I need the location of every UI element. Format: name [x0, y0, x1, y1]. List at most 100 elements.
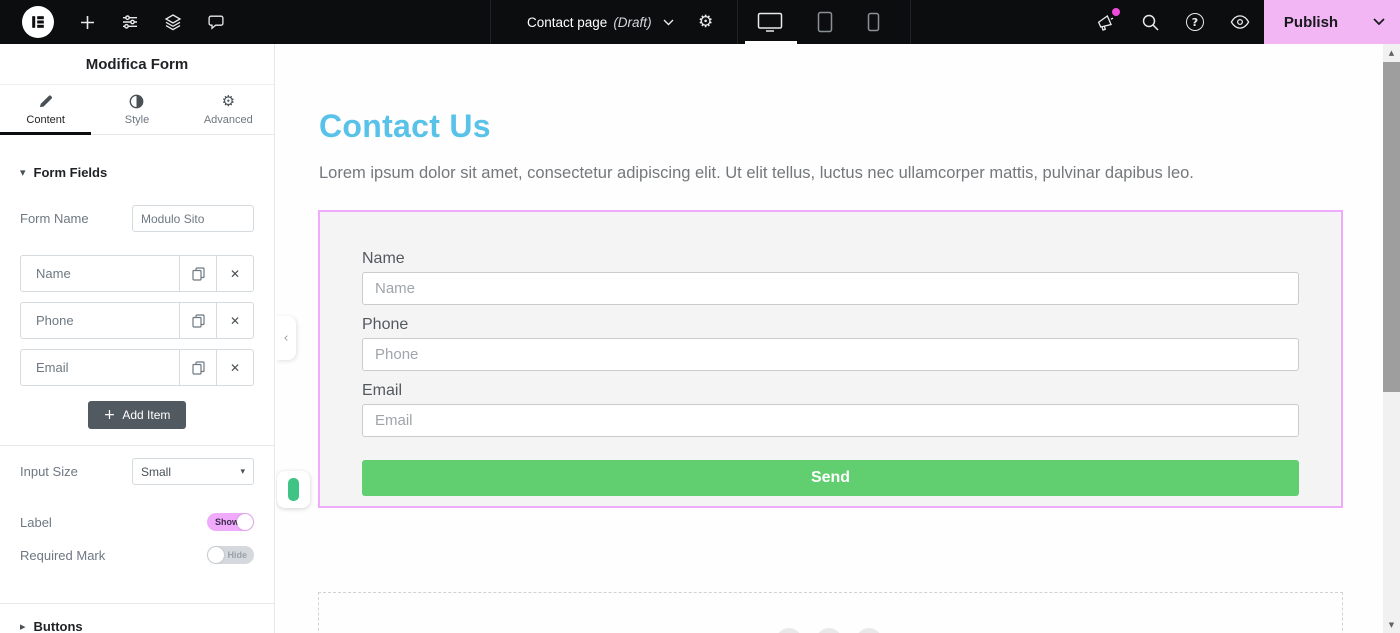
mobile-preview-icon[interactable]	[867, 12, 880, 32]
document-status: (Draft)	[613, 15, 651, 30]
tab-advanced-label: Advanced	[204, 114, 253, 126]
fields-repeater: Name ✕ Phone	[20, 255, 254, 386]
duplicate-field-button[interactable]	[179, 303, 216, 338]
input-size-label: Input Size	[20, 464, 78, 479]
chevron-down-icon	[663, 19, 674, 26]
input-size-select[interactable]: Small ▾	[132, 458, 254, 485]
widget-drag-handle[interactable]	[277, 471, 310, 508]
section-form-fields[interactable]: ▾ Form Fields	[20, 165, 254, 180]
eye-icon	[1230, 14, 1250, 30]
site-settings-icon[interactable]	[120, 12, 140, 32]
duplicate-field-button[interactable]	[179, 350, 216, 385]
form-widget-selected[interactable]: Name Phone Email Send	[318, 210, 1343, 508]
phone-field[interactable]	[362, 338, 1299, 371]
send-button[interactable]: Send	[362, 460, 1299, 496]
form-field-label: Name	[362, 250, 1299, 268]
field-row-email: Email ✕	[20, 349, 254, 386]
required-mark-toggle[interactable]: Hide	[207, 546, 254, 564]
add-item-label: Add Item	[122, 408, 170, 422]
add-element-icon[interactable]	[77, 12, 97, 32]
panel-body: ▾ Form Fields Form Name Name	[0, 135, 274, 633]
field-row-label[interactable]: Phone	[21, 303, 179, 338]
caret-down-icon: ▾	[240, 467, 245, 477]
whats-new-button[interactable]	[1095, 12, 1115, 32]
chevron-left-icon: ‹	[283, 331, 288, 346]
structure-layers-icon[interactable]	[163, 12, 183, 32]
document-title: Contact page	[527, 15, 607, 30]
input-size-control: Input Size Small ▾	[20, 458, 254, 485]
help-button[interactable]: ?	[1185, 12, 1205, 32]
chevron-down-icon	[1373, 18, 1385, 26]
page-paragraph[interactable]: Lorem ipsum dolor sit amet, consectetur …	[319, 164, 1340, 183]
required-mark-toggle-state: Hide	[227, 546, 247, 564]
plus-icon: +	[104, 408, 116, 422]
field-row-label[interactable]: Name	[21, 256, 179, 291]
panel-divider	[0, 445, 274, 446]
tab-content-label: Content	[26, 114, 65, 126]
remove-field-button[interactable]: ✕	[216, 256, 253, 291]
label-toggle-state: Show	[215, 513, 239, 531]
panel-collapse-handle[interactable]: ‹	[276, 316, 296, 360]
responsive-mode-group	[757, 0, 880, 44]
publish-options-button[interactable]	[1358, 0, 1400, 44]
vertical-scrollbar[interactable]: ▲ ▼	[1383, 44, 1400, 633]
form-name-input[interactable]	[132, 205, 254, 232]
panel-tabs: Content Style ⚙ Advanced	[0, 85, 274, 135]
required-mark-control: Required Mark Hide	[20, 546, 254, 564]
add-item-button[interactable]: + Add Item	[88, 401, 187, 429]
remove-field-button[interactable]: ✕	[216, 350, 253, 385]
desktop-preview-icon[interactable]	[757, 12, 783, 32]
publish-button-group: Publish	[1264, 0, 1400, 44]
form-field-label: Phone	[362, 316, 1299, 334]
section-buttons[interactable]: ▸ Buttons	[0, 603, 274, 633]
tab-style-label: Style	[125, 114, 149, 126]
duplicate-icon	[192, 314, 205, 328]
notification-dot	[1112, 8, 1120, 16]
comments-icon[interactable]	[206, 12, 226, 32]
remove-field-button[interactable]: ✕	[216, 303, 253, 338]
scroll-down-arrow[interactable]: ▼	[1383, 616, 1400, 633]
active-device-indicator	[745, 41, 797, 44]
field-row-name: Name ✕	[20, 255, 254, 292]
tablet-preview-icon[interactable]	[817, 12, 833, 32]
panel-title: Modifica Form	[0, 44, 274, 85]
section-form-fields-label: Form Fields	[34, 165, 108, 180]
close-icon: ✕	[230, 268, 240, 280]
name-field[interactable]	[362, 272, 1299, 305]
editor-canvas: Contact Us Lorem ipsum dolor sit amet, c…	[276, 44, 1383, 633]
field-row-label[interactable]: Email	[21, 350, 179, 385]
contrast-icon	[129, 94, 144, 109]
tab-style[interactable]: Style	[91, 85, 182, 134]
add-section-area[interactable]	[318, 592, 1343, 633]
topbar-left-group	[22, 0, 226, 44]
label-toggle[interactable]: Show	[207, 513, 254, 531]
drag-handle-icon	[288, 478, 299, 501]
preview-changes-button[interactable]	[1230, 12, 1250, 32]
megaphone-icon	[1095, 12, 1115, 32]
page-settings-button[interactable]: ⚙	[698, 0, 713, 44]
tab-content[interactable]: Content	[0, 85, 91, 134]
email-field[interactable]	[362, 404, 1299, 437]
publish-button[interactable]: Publish	[1264, 0, 1358, 44]
scrollbar-thumb[interactable]	[1383, 62, 1400, 392]
gear-icon: ⚙	[698, 14, 713, 31]
topbar-divider	[490, 0, 491, 44]
document-switcher[interactable]: Contact page (Draft)	[527, 0, 674, 44]
page-heading[interactable]: Contact Us	[319, 108, 1383, 145]
form-name-control: Form Name	[20, 205, 254, 232]
duplicate-field-button[interactable]	[179, 256, 216, 291]
editor-panel: Modifica Form Content Style ⚙ Advanced	[0, 44, 275, 633]
field-row-phone: Phone ✕	[20, 302, 254, 339]
elementor-logo[interactable]	[22, 6, 54, 38]
form-group-phone: Phone	[362, 316, 1299, 371]
form-name-label: Form Name	[20, 211, 89, 226]
toggle-knob	[208, 547, 224, 563]
scroll-up-arrow[interactable]: ▲	[1383, 44, 1400, 61]
tab-advanced[interactable]: ⚙ Advanced	[183, 85, 274, 134]
topbar-divider	[910, 0, 911, 44]
finder-search-button[interactable]	[1140, 12, 1160, 32]
search-icon	[1141, 13, 1160, 32]
elementor-logo-icon	[30, 14, 46, 30]
form-group-name: Name	[362, 250, 1299, 305]
gear-icon: ⚙	[222, 94, 235, 109]
